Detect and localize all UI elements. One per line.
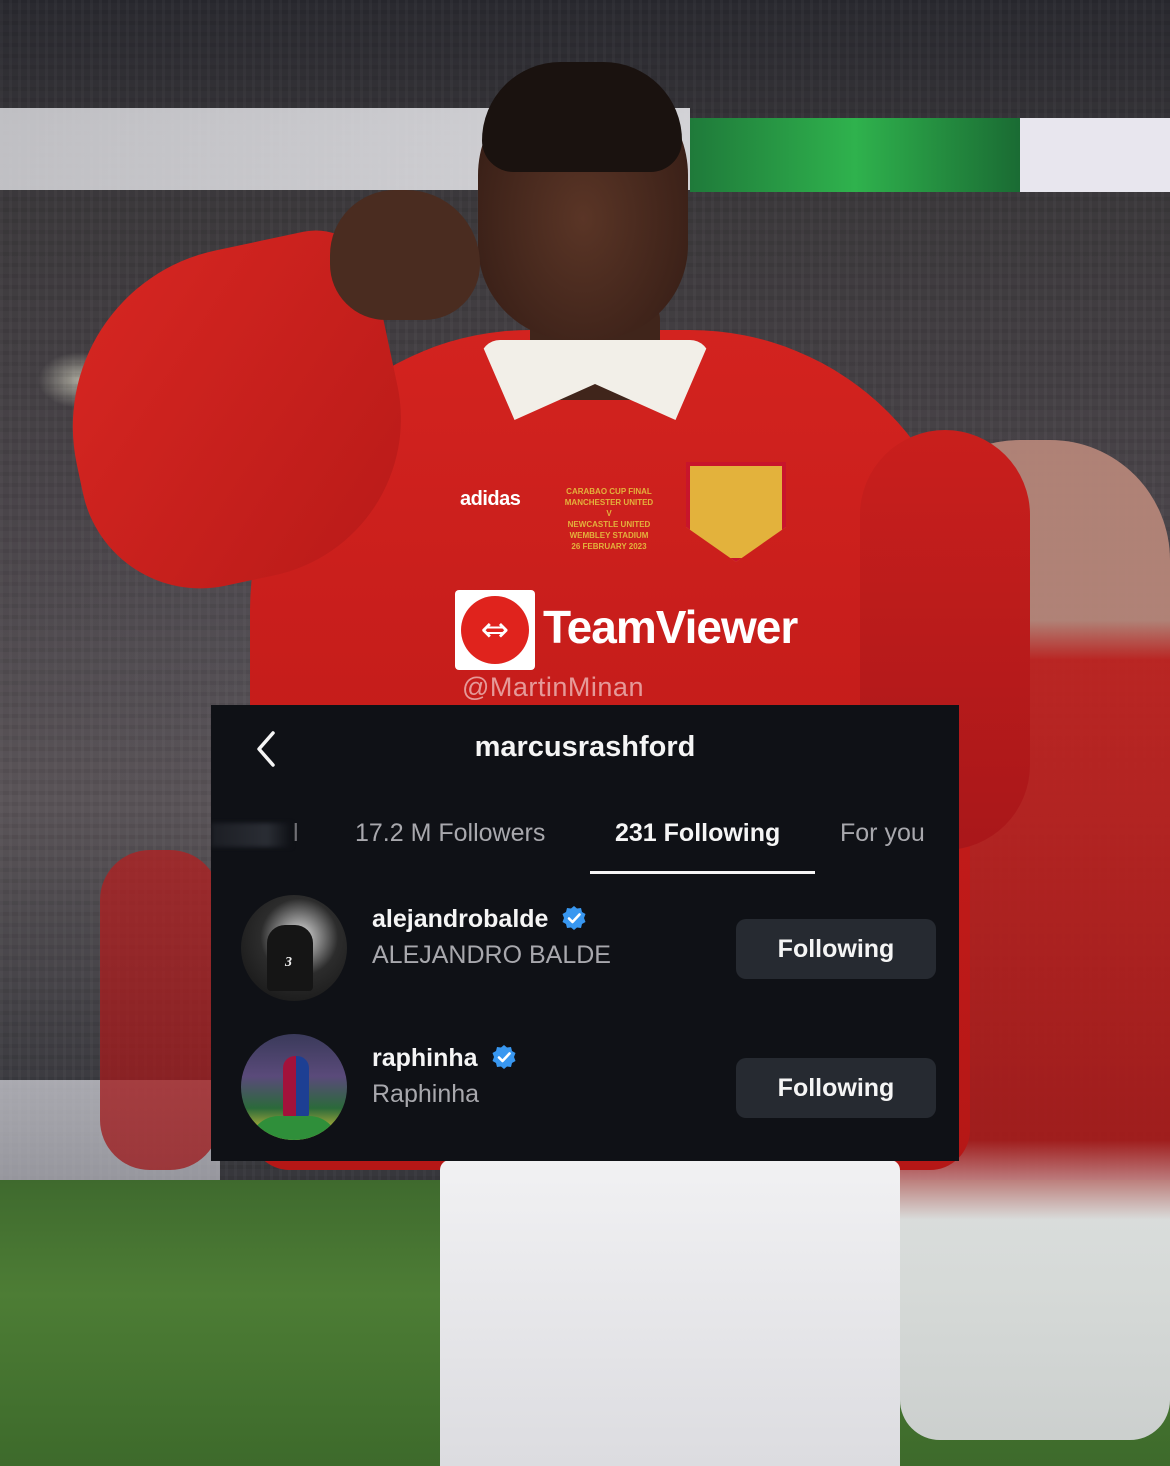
account-handle[interactable]: raphinha: [372, 1044, 517, 1073]
page-title: marcusrashford: [474, 731, 696, 763]
active-tab-indicator: [590, 871, 815, 874]
background-player-left: [100, 850, 220, 1170]
sponsor-logo: ⇔ TeamViewer: [455, 590, 798, 670]
avatar[interactable]: 3: [241, 895, 347, 1001]
avatar-jersey-number: 3: [285, 955, 292, 970]
tab-truncated[interactable]: l: [293, 819, 299, 848]
player-shorts: [440, 1160, 900, 1466]
list-item[interactable]: raphinha Raphinha Following: [211, 1028, 959, 1148]
double-arrow-icon: ⇔: [480, 610, 510, 650]
avatar-flag: [249, 1116, 339, 1140]
tab-following[interactable]: 231 Following: [615, 819, 780, 848]
avatar-figure: [283, 1056, 309, 1118]
list-item[interactable]: 3 alejandrobalde ALEJANDRO BALDE Followi…: [211, 889, 959, 1009]
tab-bar: l 17.2 M Followers 231 Following For you: [211, 809, 959, 875]
sponsor-text: TeamViewer: [543, 601, 798, 653]
tab-for-you[interactable]: For you: [840, 819, 925, 848]
tab-truncated-blur: [211, 823, 291, 847]
verified-badge-icon: [492, 1045, 516, 1069]
ad-board-right: [1020, 118, 1170, 192]
account-handle-text[interactable]: raphinha: [372, 1044, 478, 1072]
tab-followers[interactable]: 17.2 M Followers: [355, 819, 545, 848]
profile-header: marcusrashford: [211, 705, 959, 797]
following-panel: marcusrashford l 17.2 M Followers 231 Fo…: [211, 705, 959, 1161]
kit-brand-logo: adidas: [460, 488, 521, 510]
verified-badge-icon: [562, 906, 586, 930]
account-handle-text[interactable]: alejandrobalde: [372, 905, 548, 933]
ad-board-green: [690, 118, 1020, 192]
account-display-name: ALEJANDRO BALDE: [372, 941, 611, 969]
avatar[interactable]: [241, 1034, 347, 1140]
watermark: @MartinMinan: [462, 672, 644, 702]
following-button[interactable]: Following: [736, 1058, 936, 1118]
account-display-name: Raphinha: [372, 1080, 480, 1108]
player-hair: [482, 62, 682, 172]
following-button[interactable]: Following: [736, 919, 936, 979]
match-detail-embroidery: CARABAO CUP FINAL MANCHESTER UNITED V NE…: [564, 487, 654, 551]
account-handle[interactable]: alejandrobalde: [372, 905, 587, 934]
